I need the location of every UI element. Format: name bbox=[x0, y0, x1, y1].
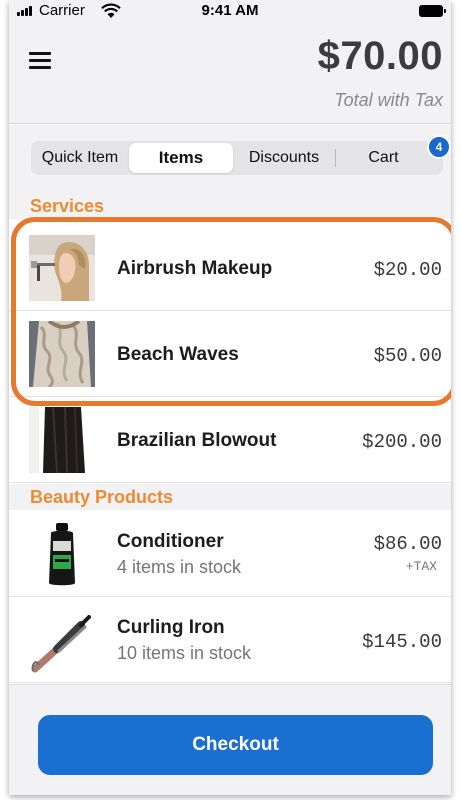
tab-quick-item[interactable]: Quick Item bbox=[31, 141, 129, 175]
tab-items[interactable]: Items bbox=[129, 143, 233, 173]
header: $70.00 Total with Tax bbox=[9, 24, 451, 124]
item-name: Brazilian Blowout bbox=[117, 430, 277, 451]
cart-count-badge: 4 bbox=[427, 135, 451, 159]
tab-bar: Quick Item Items Discounts Cart 4 bbox=[9, 125, 451, 193]
curling-iron-thumbnail bbox=[29, 607, 95, 673]
hamburger-menu-icon[interactable] bbox=[29, 52, 51, 70]
item-stock: 4 items in stock bbox=[117, 557, 242, 577]
tab-discounts[interactable]: Discounts bbox=[233, 141, 335, 175]
list-item-curling-iron[interactable]: Curling Iron 10 items in stock $145.00 bbox=[9, 597, 451, 683]
list-item-conditioner[interactable]: Conditioner 4 items in stock $86.00 +TAX bbox=[9, 511, 451, 597]
segmented-control: Quick Item Items Discounts Cart bbox=[31, 141, 443, 175]
conditioner-thumbnail bbox=[29, 521, 95, 587]
list-item-brazilian-blowout[interactable]: Brazilian Blowout $200.00 bbox=[9, 397, 451, 483]
brazilian-blowout-thumbnail bbox=[29, 407, 95, 473]
status-time: 9:41 AM bbox=[201, 2, 259, 19]
total-amount: $70.00 bbox=[317, 34, 443, 78]
item-stock: 10 items in stock bbox=[117, 643, 252, 663]
battery-icon bbox=[419, 5, 446, 17]
checkout-button[interactable]: Checkout bbox=[38, 715, 433, 775]
total-caption: Total with Tax bbox=[334, 90, 443, 110]
item-name: Conditioner bbox=[117, 531, 224, 552]
section-header-beauty-products: Beauty Products bbox=[9, 484, 451, 510]
item-tax-label: +TAX bbox=[405, 559, 437, 574]
status-bar: Carrier 9:41 AM bbox=[9, 0, 451, 24]
section-header-services: Services bbox=[9, 193, 451, 219]
phone-screen: Carrier 9:41 AM $70.00 Total with Tax Qu… bbox=[9, 0, 451, 795]
item-price: $200.00 bbox=[362, 431, 442, 453]
item-name: Curling Iron bbox=[117, 617, 225, 638]
tab-cart[interactable]: Cart bbox=[336, 141, 431, 175]
footer: Checkout bbox=[9, 684, 451, 795]
highlight-outline bbox=[11, 217, 451, 406]
item-price: $86.00 bbox=[373, 533, 442, 555]
item-price: $145.00 bbox=[362, 631, 442, 653]
